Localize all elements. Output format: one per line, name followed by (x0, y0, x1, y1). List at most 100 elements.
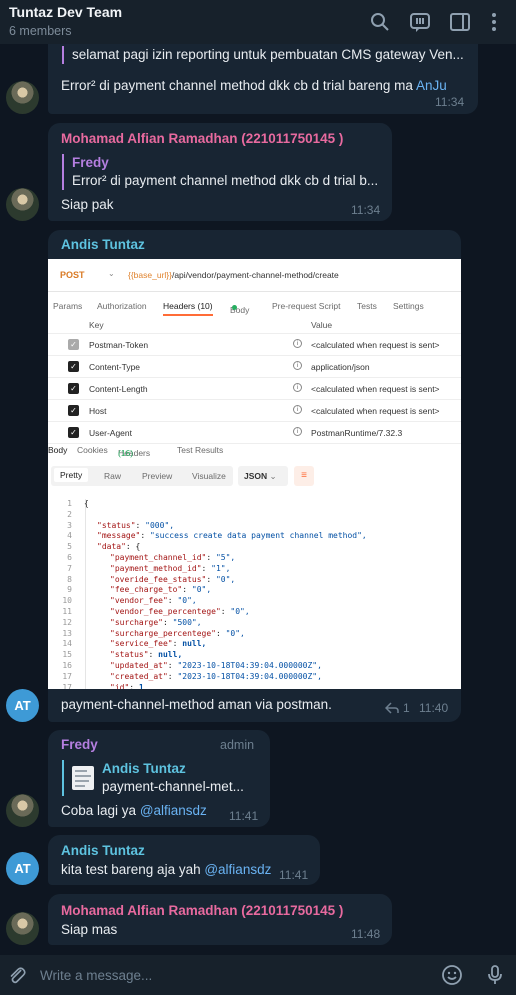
member-count[interactable]: 6 members (9, 24, 72, 38)
avatar[interactable] (6, 188, 39, 221)
avatar[interactable]: AT (6, 852, 39, 885)
avatar-initials: AT (14, 698, 31, 713)
format-label: JSON (244, 471, 268, 481)
info-icon: i (293, 339, 302, 348)
code-line: "data": { (97, 542, 141, 552)
http-method: POST (60, 270, 85, 280)
line-number: 9 (67, 585, 72, 595)
message-text: Coba lagi ya @alfiansdz (61, 803, 207, 818)
view-raw: Raw (104, 471, 122, 481)
mention-link[interactable]: @alfiansdz (204, 862, 271, 877)
headers-table-header: Key Value (48, 317, 461, 334)
sender-name[interactable]: Andis Tuntaz (61, 843, 145, 858)
mention-link[interactable]: AnJu (416, 78, 447, 93)
message-time: 11:41 (279, 868, 309, 882)
message-input[interactable] (40, 965, 420, 985)
line-number: 2 (67, 509, 72, 519)
composer[interactable] (0, 955, 516, 995)
line-number: 7 (67, 563, 72, 573)
attach-icon[interactable] (6, 965, 28, 987)
postman-screenshot[interactable]: POST ⌄ {{base_url}}/api/vendor/payment-c… (48, 259, 461, 689)
code-line: "surcharge_percentege": "0", (110, 628, 245, 638)
info-icon: i (293, 383, 302, 392)
message-bubble[interactable]: Andis Tuntaz kita test bareng aja yah @a… (48, 835, 320, 885)
message-time: 11:34 (435, 95, 465, 109)
message-bubble[interactable]: selamat pagi izin reporting untuk pembua… (48, 44, 478, 114)
table-row: ✓ Host i <calculated when request is sen… (48, 400, 461, 422)
admin-badge: admin (220, 738, 255, 752)
reply-count[interactable]: 1 (403, 701, 410, 715)
sender-name[interactable]: Mohamad Alfian Ramadhan (221011750145 ) (61, 903, 343, 918)
emoji-icon[interactable] (440, 963, 464, 987)
avatar[interactable] (6, 81, 39, 114)
line-number: 12 (62, 617, 72, 627)
search-icon[interactable] (368, 10, 392, 34)
avatar[interactable] (6, 912, 39, 945)
message-bubble[interactable]: Mohamad Alfian Ramadhan (221011750145 ) … (48, 123, 392, 221)
quote-text: payment-channel-met... (102, 779, 244, 794)
tab-response-body: Body (48, 445, 68, 455)
video-chat-icon[interactable] (408, 10, 432, 34)
view-visualize: Visualize (192, 471, 226, 481)
code-line: "overide_fee_status": "0", (110, 574, 236, 584)
headers-count: (16) (118, 448, 134, 458)
more-vertical-icon[interactable] (482, 10, 506, 34)
code-line: "message": "success create data payment … (97, 531, 367, 541)
line-number: 8 (67, 574, 72, 584)
checkbox-icon: ✓ (68, 361, 79, 372)
reply-arrow-icon[interactable] (384, 701, 399, 714)
message-text: Siap mas (61, 922, 118, 937)
tab-test-results: Test Results (177, 445, 224, 455)
sidebar-toggle-icon[interactable] (448, 10, 472, 34)
message-text: Error² di payment channel method dkk cb … (61, 78, 471, 93)
avatar-initials: AT (14, 861, 31, 876)
table-row: ✓ Content-Length i <calculated when requ… (48, 378, 461, 400)
line-number: 10 (62, 596, 72, 606)
code-line: "payment_channel_id": "5", (110, 553, 236, 562)
chevron-down-icon: ⌄ (269, 471, 277, 481)
checkbox-icon: ✓ (68, 427, 79, 438)
microphone-icon[interactable] (483, 963, 507, 987)
mention-link[interactable]: @alfiansdz (140, 803, 207, 818)
code-line: "fee_charge_to": "0", (110, 585, 212, 595)
url-variable: {{base_url}} (128, 270, 172, 280)
chevron-down-icon: ⌄ (108, 269, 115, 278)
json-response-code: 1 {2 3 "status": "000", 4 "message": "success… (48, 495, 461, 689)
reply-quote[interactable]: selamat pagi izin reporting untuk pembua… (62, 46, 464, 64)
reply-quote[interactable]: Fredy Error² di payment channel method d… (62, 154, 380, 190)
table-row: ✓ Postman-Token i <calculated when reque… (48, 334, 461, 356)
header-value: application/json (311, 362, 370, 372)
message-list[interactable]: selamat pagi izin reporting untuk pembua… (0, 44, 516, 955)
line-number: 11 (62, 607, 72, 616)
chat-title[interactable]: Tuntaz Dev Team (9, 4, 122, 20)
message-bubble[interactable]: Mohamad Alfian Ramadhan (221011750145 ) … (48, 894, 392, 945)
code-line: "status": "000", (97, 520, 175, 530)
header-key: Host (89, 406, 107, 416)
sender-name[interactable]: Mohamad Alfian Ramadhan (221011750145 ) (61, 131, 343, 146)
sender-name[interactable]: Andis Tuntaz (61, 237, 145, 252)
col-key: Key (89, 320, 104, 330)
forwarded-quote[interactable]: Andis Tuntaz payment-channel-met... (62, 760, 258, 796)
view-mode-selector: Pretty Raw Preview Visualize (51, 466, 233, 486)
tab-params: Params (53, 301, 83, 311)
view-pretty: Pretty (54, 468, 89, 482)
tab-tests: Tests (357, 301, 377, 311)
header-value: <calculated when request is sent> (311, 384, 440, 394)
sender-name[interactable]: Fredy (61, 737, 98, 752)
message-time: 11:34 (351, 203, 381, 217)
avatar[interactable]: AT (6, 689, 39, 722)
tab-authorization: Authorization (97, 301, 147, 311)
format-select: JSON ⌄ (238, 466, 288, 486)
line-number: 13 (62, 628, 72, 638)
message-text-body: Error² di payment channel method dkk cb … (61, 78, 416, 93)
info-icon: i (293, 427, 302, 436)
header-key: Postman-Token (89, 340, 149, 350)
line-number: 3 (67, 520, 72, 530)
tab-headers: Headers (10) (163, 301, 213, 316)
quote-sender: Fredy (72, 155, 109, 170)
col-value: Value (311, 320, 333, 330)
wrap-lines-icon: ≡ (294, 466, 314, 486)
avatar[interactable] (6, 794, 39, 827)
message-bubble[interactable]: Fredy admin Andis Tuntaz payment-channel… (48, 730, 270, 827)
chat-header[interactable]: Tuntaz Dev Team 6 members (0, 0, 516, 44)
